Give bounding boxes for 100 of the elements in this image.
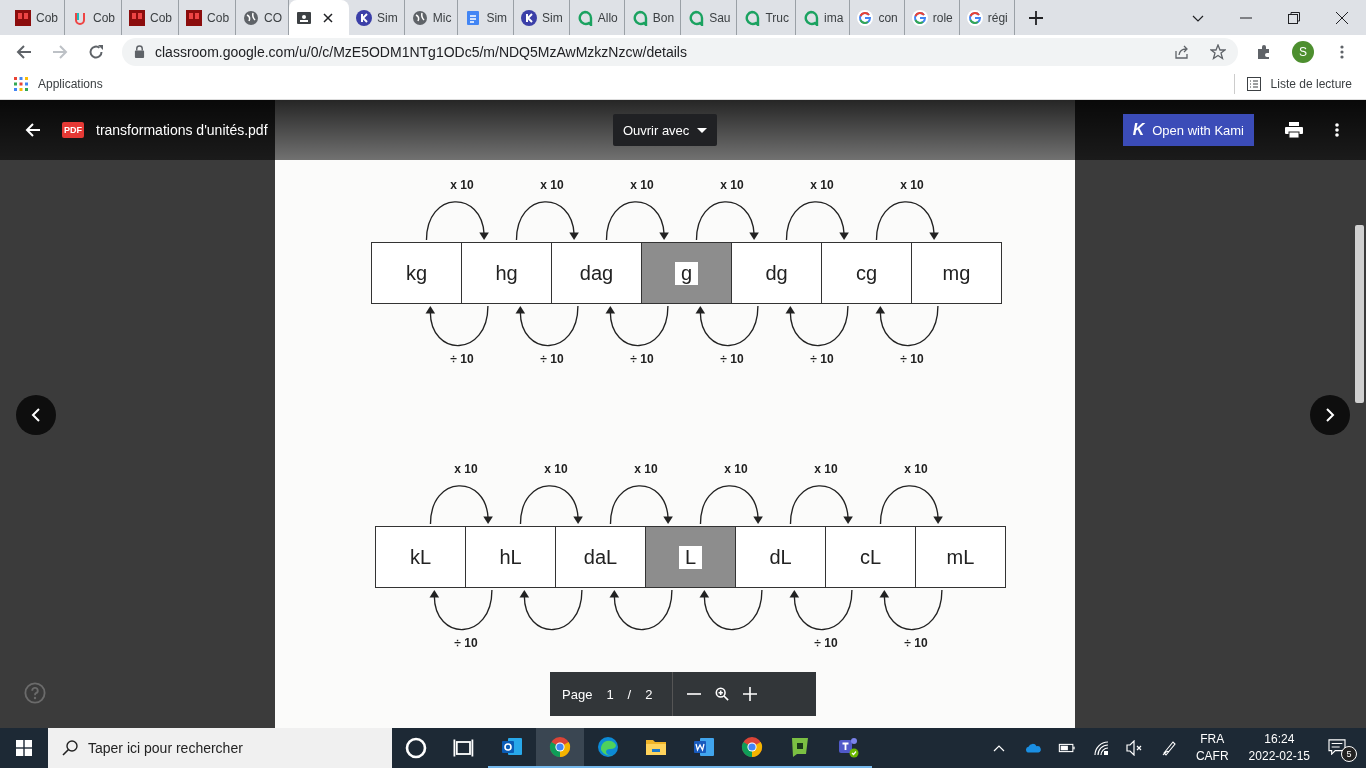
- curved-arrow: [605, 201, 669, 241]
- lock-icon: [134, 45, 145, 58]
- taskbar-app[interactable]: [536, 728, 584, 768]
- logo-icon: [356, 9, 373, 26]
- curved-arrow: [425, 201, 489, 241]
- unit-label: hg: [494, 261, 519, 285]
- plus-icon[interactable]: [743, 687, 758, 701]
- curved-arrow: [605, 305, 669, 347]
- open-with-kami-button[interactable]: K Open with Kami: [1122, 114, 1254, 146]
- multiply-label: x 10: [904, 462, 928, 476]
- curved-arrow: [519, 589, 583, 631]
- classroom-icon: [296, 9, 313, 26]
- tab-title: Cob: [36, 10, 58, 25]
- logo-icon: [129, 9, 146, 26]
- tab-title: Sau: [709, 10, 731, 25]
- pdf-file-icon: PDF: [62, 122, 84, 138]
- new-tab-icon[interactable]: [1028, 10, 1043, 25]
- curved-arrow: [519, 485, 583, 525]
- curved-arrow: [429, 485, 493, 525]
- profile-avatar[interactable]: S: [1292, 40, 1314, 63]
- tab-title: Sim: [377, 10, 398, 25]
- curved-arrow: [879, 485, 943, 525]
- divide-label: ÷ 10: [720, 352, 744, 366]
- print-icon[interactable]: [1284, 122, 1304, 138]
- unit-label: L: [678, 545, 703, 569]
- curved-arrow: [695, 305, 759, 347]
- globe-icon: [243, 9, 260, 26]
- tab-title: CO: [264, 10, 283, 25]
- multiply-label: x 10: [634, 462, 658, 476]
- divide-label: ÷ 10: [904, 636, 928, 650]
- share-icon[interactable]: [1174, 43, 1190, 60]
- multiply-label: x 10: [814, 462, 838, 476]
- tab-title: con: [878, 10, 898, 25]
- close-icon[interactable]: [1335, 10, 1349, 25]
- browser-icon: [548, 735, 572, 759]
- notification-count: 5: [1341, 746, 1357, 762]
- unit-label: daL: [582, 545, 619, 569]
- previous-button[interactable]: [16, 395, 56, 435]
- address-bar[interactable]: classroom.google.com/u/0/c/MzE5ODM1NTg1ODc5/m/NDQ5MzAwMzkzNzcw/details: [122, 37, 1238, 66]
- tab-title: Bon: [652, 10, 675, 25]
- back-icon[interactable]: [16, 43, 32, 60]
- close-icon[interactable]: [323, 12, 334, 23]
- curved-arrow: [699, 589, 763, 631]
- tab-title: Cob: [150, 10, 173, 25]
- speech-bubble-icon: [631, 9, 648, 26]
- multiply-label: x 10: [900, 178, 924, 192]
- browser-tab[interactable]: [289, 0, 350, 35]
- curved-arrow: [789, 485, 853, 525]
- star-icon[interactable]: [1210, 43, 1226, 60]
- restore-icon[interactable]: [1287, 10, 1301, 25]
- tab-title: Sim: [486, 10, 508, 25]
- tab-title: Mic: [432, 10, 452, 25]
- unit-label: kL: [408, 545, 433, 569]
- multiply-label: x 10: [454, 462, 478, 476]
- curved-arrow: [785, 201, 849, 241]
- logo-icon: [15, 9, 31, 26]
- curved-arrow: [515, 305, 579, 347]
- apps-shortcut[interactable]: Applications: [14, 76, 103, 91]
- wifi-icon[interactable]: [1091, 740, 1110, 756]
- current-page[interactable]: 1: [606, 686, 614, 702]
- unit-label: cL: [858, 545, 883, 569]
- speech-bubble-icon: [576, 9, 593, 26]
- curved-arrow: [515, 201, 579, 241]
- search-icon: [62, 740, 78, 756]
- cortana-icon[interactable]: [404, 736, 428, 760]
- curved-arrow: [789, 589, 853, 631]
- next-button[interactable]: [1310, 395, 1350, 435]
- speech-bubble-icon: [803, 9, 820, 26]
- kami-logo: K: [1132, 121, 1145, 139]
- speech-bubble-icon: [688, 9, 705, 26]
- unit-label: kg: [404, 261, 429, 285]
- open-with-button[interactable]: Ouvrir avec: [612, 114, 718, 146]
- start-icon[interactable]: [16, 740, 32, 756]
- teams-app-icon: [836, 735, 860, 759]
- reading-list-button[interactable]: Liste de lecture: [1246, 76, 1352, 91]
- search-field[interactable]: Taper ici pour rechercher: [48, 728, 392, 768]
- list-icon: [1246, 76, 1261, 91]
- language-indicator[interactable]: FRA CAFR: [1195, 731, 1229, 765]
- multiply-label: x 10: [544, 462, 568, 476]
- clock[interactable]: 16:24 2022-02-15: [1248, 731, 1310, 765]
- curved-arrow: [879, 589, 943, 631]
- notifications-button[interactable]: 5: [1328, 733, 1358, 763]
- google-icon: [911, 9, 928, 26]
- zoom-in-icon[interactable]: [715, 687, 730, 701]
- document-icon: [465, 9, 482, 26]
- tab-title: Truc: [765, 10, 790, 25]
- divide-label: ÷ 10: [540, 352, 564, 366]
- extensions-icon[interactable]: [1256, 43, 1272, 60]
- reload-icon[interactable]: [88, 43, 104, 60]
- muted-speaker-icon[interactable]: [1125, 740, 1144, 756]
- scrollbar-thumb[interactable]: [1355, 225, 1364, 403]
- word-app-icon: [692, 735, 716, 759]
- total-pages: 2: [645, 686, 653, 702]
- unit-label: hL: [498, 545, 523, 569]
- curved-arrow: [875, 201, 939, 241]
- divide-label: ÷ 10: [810, 352, 834, 366]
- file-name: transformations d'unités.pdf: [96, 122, 268, 138]
- divide-label: ÷ 10: [630, 352, 654, 366]
- multiply-label: x 10: [540, 178, 564, 192]
- curved-arrow: [875, 305, 939, 347]
